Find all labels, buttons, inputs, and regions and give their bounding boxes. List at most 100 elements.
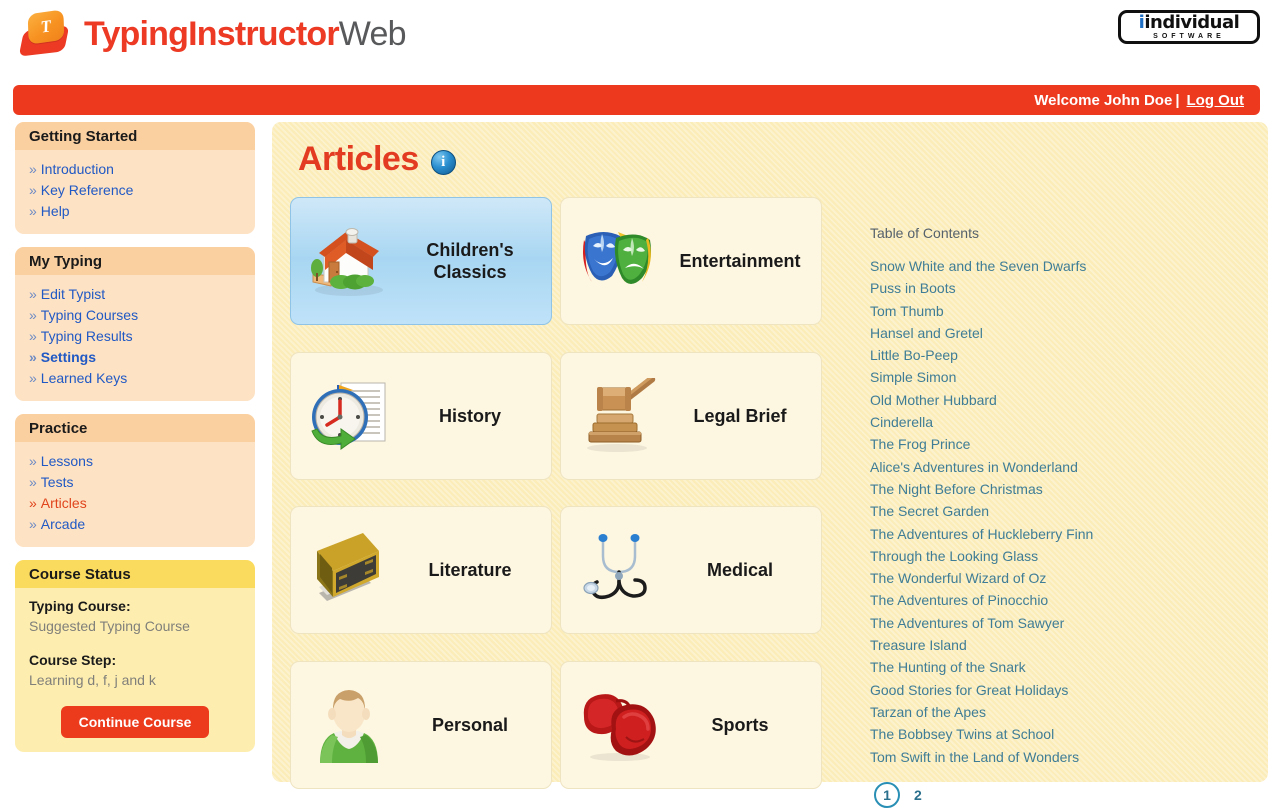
stethoscope-icon (567, 520, 671, 620)
sidebar-item-label: Arcade (40, 516, 86, 532)
toc-item[interactable]: The Wonderful Wizard of Oz (870, 567, 1230, 589)
toc-item[interactable]: Cinderella (870, 411, 1230, 433)
sidebar-item-learned-keys[interactable]: » Learned Keys (29, 368, 241, 389)
toc-item[interactable]: Little Bo-Peep (870, 344, 1230, 366)
toc-item[interactable]: Simple Simon (870, 366, 1230, 388)
sidebar-item-key-reference[interactable]: » Key Reference (29, 180, 241, 201)
category-tile-personal[interactable]: Personal (290, 661, 552, 790)
toc-item[interactable]: The Hunting of the Snark (870, 656, 1230, 678)
toc-item[interactable]: Through the Looking Glass (870, 545, 1230, 567)
page-button-1[interactable]: 1 (874, 781, 900, 808)
brand-logo[interactable]: T TypingInstructorWeb (18, 8, 407, 60)
sidebar-item-settings[interactable]: » Settings (29, 347, 241, 368)
sidebar-item-label: Key Reference (40, 182, 134, 198)
toc-item[interactable]: The Frog Prince (870, 433, 1230, 455)
category-tile-history[interactable]: History (290, 351, 552, 480)
category-tile-grid: Children's Classics Entertainment Histor… (290, 197, 850, 808)
sidebar-section-title: Practice (15, 414, 255, 442)
page-layout: Getting Started » Introduction » Key Refer… (0, 122, 1280, 808)
sidebar-item-edit-typist[interactable]: » Edit Typist (29, 284, 241, 305)
sidebar-section-body: » Introduction » Key Reference » Help (15, 150, 255, 234)
course-status-body: Typing Course: Suggested Typing Course C… (15, 588, 255, 752)
boxing-gloves-icon (567, 675, 671, 775)
gavel-icon (567, 366, 671, 466)
category-tile-label: Children's Classics (426, 240, 514, 282)
welcome-greeting: Welcome John Doe (1034, 91, 1173, 109)
logo-key-letter: T (39, 16, 53, 37)
info-icon[interactable]: i (430, 150, 456, 175)
book-icon (297, 520, 401, 620)
sidebar-item-articles[interactable]: » Articles (29, 493, 241, 514)
chevron-right-icon: » (29, 453, 37, 469)
sidebar-section-practice: Practice » Lessons » Tests » Articles » Arca… (15, 414, 255, 547)
corp-logo-main: iindividual (1139, 14, 1240, 32)
course-step-label: Course Step: (29, 652, 117, 668)
category-tile-label: Entertainment (679, 251, 801, 271)
content-columns: Children's Classics Entertainment Histor… (272, 179, 1268, 808)
toc-item[interactable]: The Adventures of Huckleberry Finn (870, 523, 1230, 545)
typing-key-logo-icon: T (18, 8, 76, 60)
theater-masks-icon (567, 211, 671, 311)
sidebar-item-introduction[interactable]: » Introduction (29, 159, 241, 180)
toc-item[interactable]: The Adventures of Tom Sawyer (870, 612, 1230, 634)
continue-course-button[interactable]: Continue Course (60, 706, 210, 738)
toc-item[interactable]: Tarzan of the Apes (870, 701, 1230, 723)
pagination: 1 2 (870, 781, 1230, 808)
brand-title-secondary: Web (338, 15, 407, 53)
sidebar-item-lessons[interactable]: » Lessons (29, 451, 241, 472)
chevron-right-icon: » (29, 474, 37, 490)
course-status-title: Course Status (15, 560, 255, 588)
category-tile-medical[interactable]: Medical (560, 506, 822, 635)
sidebar-item-typing-courses[interactable]: » Typing Courses (29, 305, 241, 326)
brand-title-primary: TypingInstructor (84, 15, 340, 53)
sidebar-item-label: Edit Typist (40, 286, 106, 302)
toc-item[interactable]: Tom Swift in the Land of Wonders (870, 746, 1230, 768)
toc-item[interactable]: The Bobbsey Twins at School (870, 723, 1230, 745)
category-tile-childrens-classics[interactable]: Children's Classics (290, 197, 552, 325)
toc-item[interactable]: The Adventures of Pinocchio (870, 589, 1230, 611)
toc-item[interactable]: Good Stories for Great Holidays (870, 679, 1230, 701)
toc-item[interactable]: Treasure Island (870, 634, 1230, 656)
toc-item[interactable]: Snow White and the Seven Dwarfs (870, 255, 1230, 277)
toc-item[interactable]: Tom Thumb (870, 300, 1230, 322)
chevron-right-icon: » (29, 370, 37, 386)
toc-title: Table of Contents (870, 225, 979, 241)
category-tile-label: Medical (706, 560, 774, 581)
page-title-row: Articles i (272, 122, 1268, 179)
sidebar-item-typing-results[interactable]: » Typing Results (29, 326, 241, 347)
category-tile-literature[interactable]: Literature (290, 506, 552, 635)
toc-item[interactable]: Old Mother Hubbard (870, 389, 1230, 411)
sidebar-item-label: Typing Results (40, 328, 133, 344)
category-tile-entertainment[interactable]: Entertainment (560, 197, 822, 325)
corp-logo-sub: SOFTWARE (1153, 33, 1225, 40)
sidebar-section-title: My Typing (15, 247, 255, 275)
sidebar-item-help[interactable]: » Help (29, 201, 241, 222)
sidebar-section-body: » Edit Typist » Typing Courses » Typing Res… (15, 275, 255, 401)
sidebar-section-title: Getting Started (15, 122, 255, 150)
chevron-right-icon: » (29, 516, 37, 532)
sidebar-item-label: Introduction (40, 161, 114, 177)
typing-course-value: Suggested Typing Course (29, 618, 190, 634)
chevron-right-icon: » (29, 182, 37, 198)
sidebar-item-label: Tests (40, 474, 74, 490)
category-tile-label: Literature (428, 560, 512, 581)
logout-link[interactable]: Log Out (1187, 92, 1244, 109)
sidebar-item-tests[interactable]: » Tests (29, 472, 241, 493)
sidebar-item-arcade[interactable]: » Arcade (29, 514, 241, 535)
sidebar: Getting Started » Introduction » Key Refer… (15, 122, 255, 765)
brand-title: TypingInstructorWeb (84, 15, 407, 53)
toc-item[interactable]: The Secret Garden (870, 500, 1230, 522)
toc-item[interactable]: Alice's Adventures in Wonderland (870, 456, 1230, 478)
page-title: Articles (298, 140, 419, 178)
page-button-2[interactable]: 2 (914, 787, 922, 803)
toc-item[interactable]: The Night Before Christmas (870, 478, 1230, 500)
chevron-right-icon: » (29, 286, 37, 302)
category-tile-sports[interactable]: Sports (560, 661, 822, 790)
category-tile-legal-brief[interactable]: Legal Brief (560, 351, 822, 480)
toc-item[interactable]: Puss in Boots (870, 277, 1230, 299)
page-header: T TypingInstructorWeb iindividual SOFTWA… (0, 0, 1280, 80)
house-icon (297, 211, 401, 311)
sidebar-section-getting-started: Getting Started » Introduction » Key Refer… (15, 122, 255, 234)
toc-item[interactable]: Hansel and Gretel (870, 322, 1230, 344)
chevron-right-icon: » (29, 161, 37, 177)
